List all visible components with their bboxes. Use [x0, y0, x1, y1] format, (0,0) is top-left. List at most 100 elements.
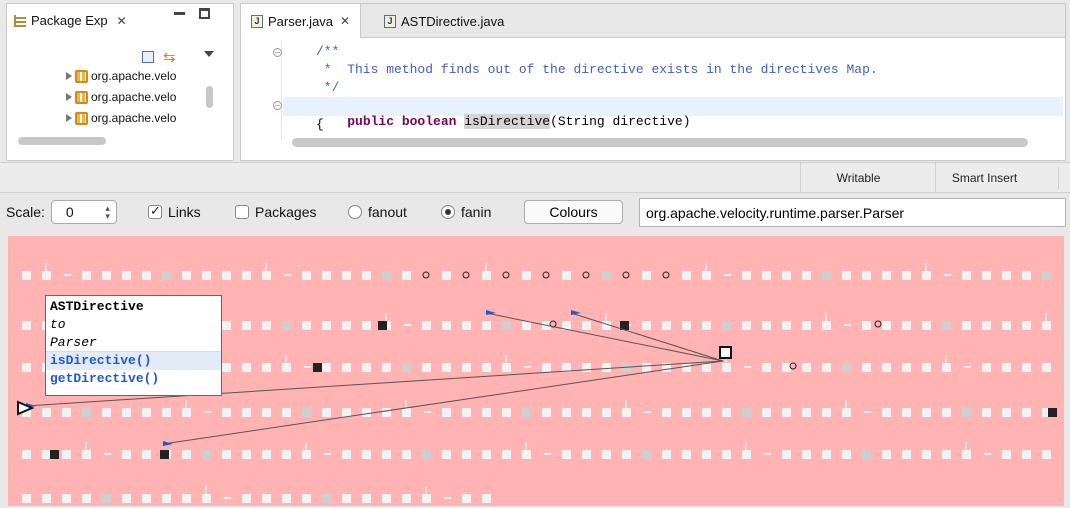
class-node[interactable]	[1002, 321, 1011, 330]
class-node[interactable]	[342, 363, 351, 372]
class-node-dash[interactable]	[944, 274, 951, 276]
class-node[interactable]	[722, 450, 731, 459]
tab-astdirective-java[interactable]: J ASTDirective.java	[378, 4, 510, 38]
class-node[interactable]	[942, 363, 951, 372]
class-node[interactable]	[302, 494, 311, 503]
class-node-dash[interactable]	[204, 411, 211, 413]
class-node[interactable]	[342, 450, 351, 459]
tab-parser-java[interactable]: J Parser.java ✕	[241, 4, 362, 38]
class-node-dash[interactable]	[424, 411, 431, 413]
class-node[interactable]	[222, 363, 231, 372]
class-node-dash[interactable]	[404, 324, 411, 326]
class-node[interactable]	[482, 450, 491, 459]
class-node[interactable]	[902, 321, 911, 330]
tab-package-explorer[interactable]: Package Exp ✕	[14, 13, 127, 28]
class-node[interactable]	[162, 271, 171, 280]
class-node[interactable]	[642, 363, 651, 372]
class-node[interactable]	[562, 450, 571, 459]
class-node[interactable]	[822, 363, 831, 372]
class-node[interactable]	[442, 408, 451, 417]
class-node[interactable]	[402, 271, 411, 280]
class-node[interactable]	[822, 408, 831, 417]
class-node[interactable]	[22, 363, 31, 372]
class-node[interactable]	[222, 271, 231, 280]
links-checkbox[interactable]: ✓ Links	[148, 197, 201, 227]
class-node[interactable]	[902, 408, 911, 417]
class-node[interactable]	[902, 363, 911, 372]
class-node[interactable]	[802, 450, 811, 459]
class-node[interactable]	[562, 271, 571, 280]
class-node[interactable]	[122, 450, 131, 459]
class-node[interactable]	[782, 321, 791, 330]
class-node[interactable]	[662, 321, 671, 330]
class-node[interactable]	[662, 408, 671, 417]
class-node[interactable]	[942, 450, 951, 459]
class-node[interactable]	[762, 321, 771, 330]
class-node[interactable]	[322, 494, 331, 503]
class-node[interactable]	[322, 363, 331, 372]
class-node[interactable]	[942, 321, 951, 330]
class-node[interactable]	[142, 271, 151, 280]
class-node-dash[interactable]	[644, 411, 651, 413]
class-node[interactable]	[602, 450, 611, 459]
class-node-dash[interactable]	[64, 274, 71, 276]
class-node[interactable]	[122, 494, 131, 503]
tooltip-method-link[interactable]: isDirective()	[46, 352, 221, 370]
class-node[interactable]	[302, 408, 311, 417]
class-node[interactable]	[822, 450, 831, 459]
class-node[interactable]	[1022, 271, 1031, 280]
class-node[interactable]	[222, 450, 231, 459]
class-node-dash[interactable]	[324, 453, 331, 455]
class-node[interactable]	[62, 408, 71, 417]
class-node[interactable]	[282, 321, 291, 330]
class-node[interactable]	[482, 408, 491, 417]
class-node-dash[interactable]	[964, 366, 971, 368]
class-node[interactable]	[582, 321, 591, 330]
class-node[interactable]	[202, 450, 211, 459]
class-node-dash[interactable]	[744, 366, 751, 368]
class-node[interactable]	[582, 363, 591, 372]
class-node[interactable]	[682, 450, 691, 459]
class-node-selected[interactable]	[313, 363, 322, 372]
class-node[interactable]	[442, 363, 451, 372]
class-node[interactable]	[362, 408, 371, 417]
class-node[interactable]	[522, 408, 531, 417]
class-node[interactable]	[862, 271, 871, 280]
class-node[interactable]	[462, 321, 471, 330]
class-node[interactable]	[962, 408, 971, 417]
expand-icon[interactable]	[66, 93, 72, 101]
class-node[interactable]	[142, 450, 151, 459]
class-node[interactable]	[782, 363, 791, 372]
class-node[interactable]	[962, 321, 971, 330]
class-node[interactable]	[1002, 271, 1011, 280]
class-node[interactable]	[762, 271, 771, 280]
class-node[interactable]	[422, 321, 431, 330]
class-node[interactable]	[1022, 450, 1031, 459]
class-node[interactable]	[82, 271, 91, 280]
class-node[interactable]	[722, 363, 731, 372]
class-node[interactable]	[742, 271, 751, 280]
stepper-arrows-icon[interactable]: ▴ ▾	[105, 204, 110, 221]
class-node[interactable]	[622, 450, 631, 459]
class-node-dash[interactable]	[764, 453, 771, 455]
class-node[interactable]	[462, 363, 471, 372]
class-node[interactable]	[502, 408, 511, 417]
class-node[interactable]	[142, 408, 151, 417]
class-node[interactable]	[502, 363, 511, 372]
class-node[interactable]	[362, 494, 371, 503]
class-node[interactable]	[462, 408, 471, 417]
class-node-circle[interactable]	[422, 271, 430, 279]
code-line[interactable]: {	[316, 117, 324, 132]
class-node[interactable]	[742, 321, 751, 330]
class-node[interactable]	[462, 494, 471, 503]
class-node[interactable]	[1042, 321, 1051, 330]
class-node[interactable]	[122, 408, 131, 417]
expand-icon[interactable]	[66, 114, 72, 122]
class-node[interactable]	[102, 271, 111, 280]
class-node[interactable]	[842, 363, 851, 372]
class-node[interactable]	[682, 271, 691, 280]
class-node[interactable]	[1002, 450, 1011, 459]
class-node[interactable]	[682, 321, 691, 330]
class-node[interactable]	[602, 363, 611, 372]
class-node[interactable]	[422, 450, 431, 459]
